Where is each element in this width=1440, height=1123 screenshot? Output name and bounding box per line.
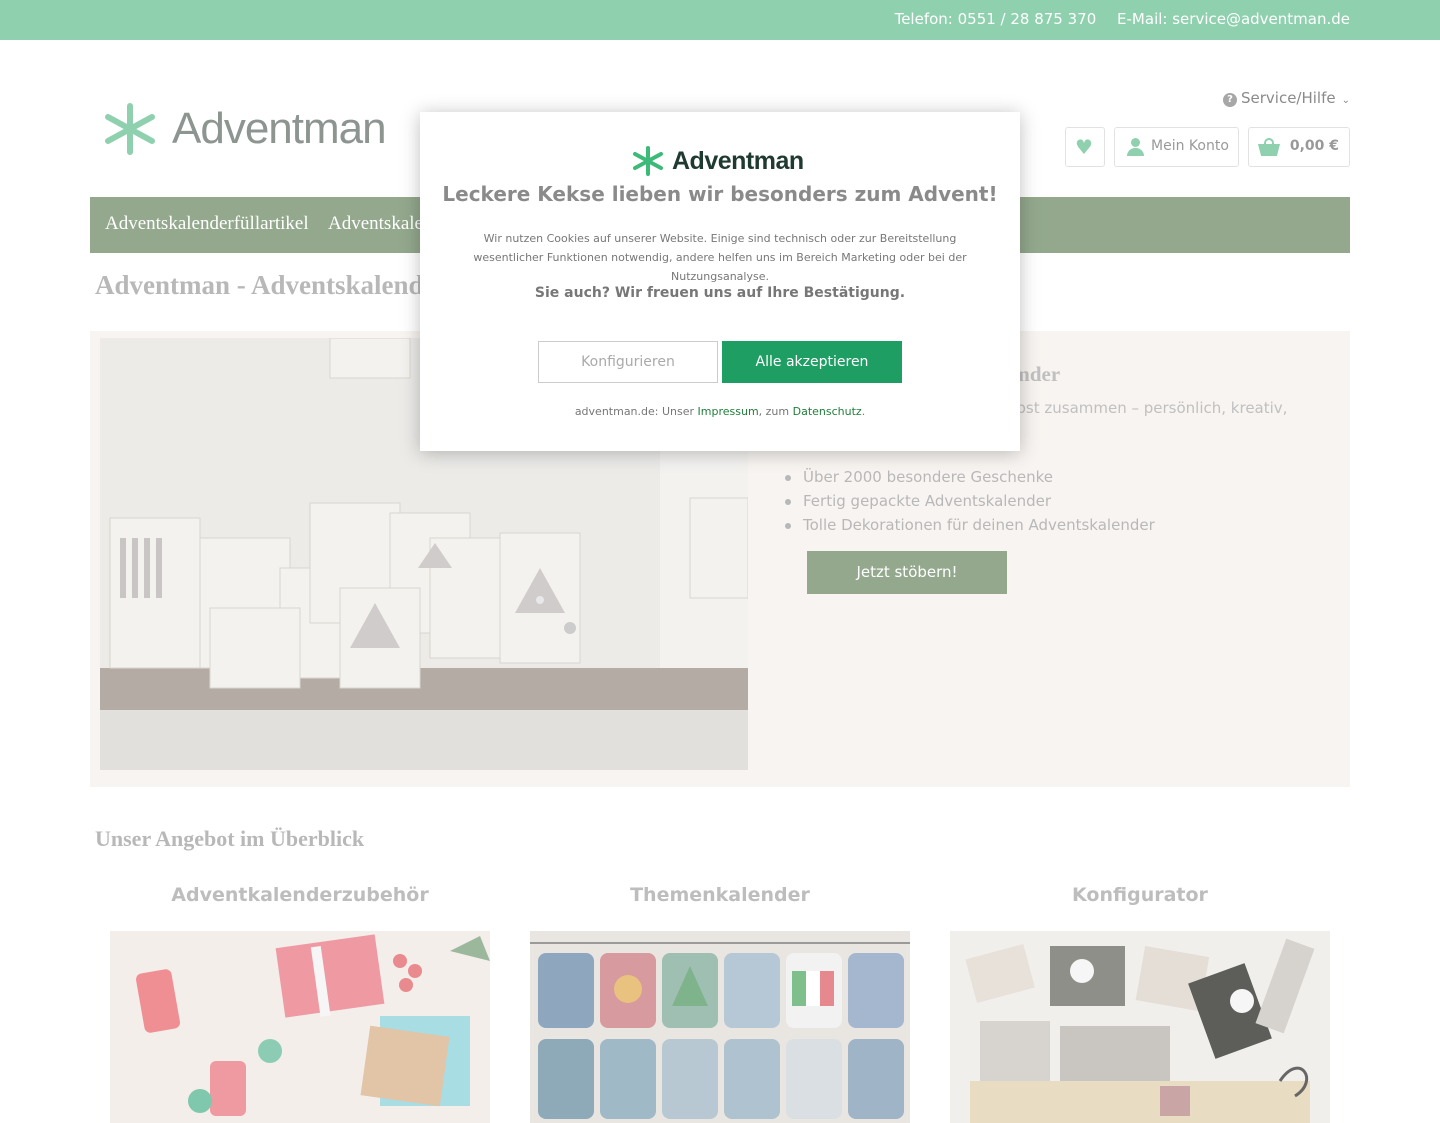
asterisk-logo-icon bbox=[633, 146, 663, 176]
cookie-footer-prefix: adventman.de: Unser bbox=[574, 405, 698, 418]
modal-logo-wordmark: Adventman bbox=[672, 147, 804, 175]
configure-button[interactable]: Konfigurieren bbox=[538, 341, 718, 383]
cookie-footer: adventman.de: Unser Impressum, zum Daten… bbox=[420, 405, 1020, 418]
datenschutz-link[interactable]: Datenschutz bbox=[793, 405, 862, 418]
cookie-heading: Leckere Kekse lieben wir besonders zum A… bbox=[442, 182, 998, 206]
cookie-question: Sie auch? Wir freuen uns auf Ihre Bestät… bbox=[534, 285, 906, 301]
cookie-footer-middle: , zum bbox=[758, 405, 793, 418]
cookie-text: Wir nutzen Cookies auf unserer Website. … bbox=[473, 232, 967, 283]
cookie-consent-dialog: Adventman Leckere Kekse lieben wir beson… bbox=[420, 112, 1020, 451]
accept-all-button[interactable]: Alle akzeptieren bbox=[722, 341, 902, 383]
cookie-footer-suffix: . bbox=[861, 405, 866, 418]
modal-logo: Adventman bbox=[630, 145, 810, 177]
impressum-link[interactable]: Impressum bbox=[698, 405, 759, 418]
